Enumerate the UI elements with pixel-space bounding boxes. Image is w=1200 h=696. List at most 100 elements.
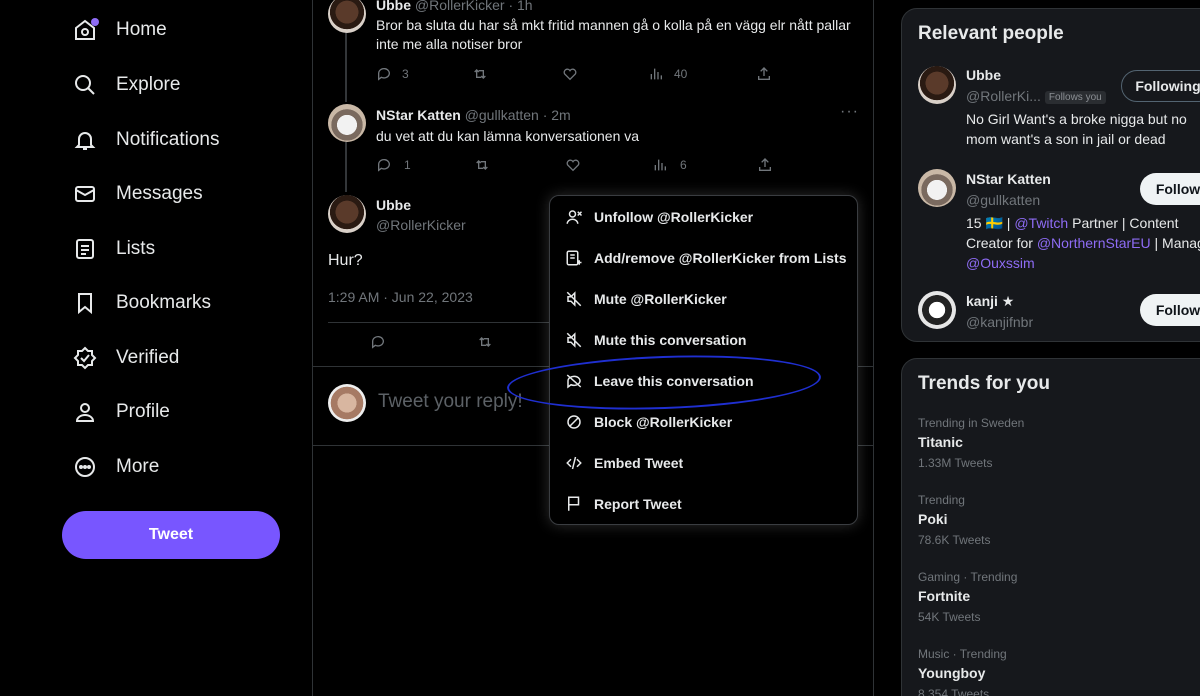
person-handle[interactable]: @kanjifnbr <box>966 314 1033 330</box>
nav-item-more[interactable]: More <box>72 447 159 487</box>
bio-line: mom want's a son in jail or dead <box>966 131 1166 147</box>
following-button[interactable]: Following <box>1121 70 1200 102</box>
heart-icon <box>566 159 580 172</box>
retweet-button[interactable] <box>477 334 493 350</box>
thread-connector <box>345 30 347 102</box>
unfollow-icon <box>564 207 584 227</box>
menu-item-unfollow[interactable]: Unfollow @RollerKicker <box>550 196 857 237</box>
reply-icon <box>377 159 390 172</box>
menu-item-mute-user[interactable]: Mute @RollerKicker <box>550 278 857 319</box>
menu-label: Mute @RollerKicker <box>594 290 727 307</box>
trend-item[interactable]: Trending in Sweden Titanic 1.33M Tweets <box>918 416 1024 470</box>
nav-label: Profile <box>116 401 170 422</box>
reply-button[interactable]: 1 <box>376 157 474 173</box>
person-icon <box>72 399 98 425</box>
trend-item[interactable]: Music · Trending Youngboy 8,354 Tweets <box>918 647 1007 696</box>
nav-item-bookmarks[interactable]: Bookmarks <box>72 283 211 323</box>
retweet-icon <box>474 69 486 79</box>
author-handle[interactable]: @RollerKicker <box>376 216 466 235</box>
author-handle: @RollerKicker · 1h <box>414 0 533 13</box>
reply-button[interactable]: 3 <box>376 66 472 82</box>
avatar <box>328 384 366 422</box>
like-button[interactable] <box>562 66 648 82</box>
nav-item-messages[interactable]: Messages <box>72 174 203 214</box>
person-handle[interactable]: @gullkatten <box>966 192 1040 208</box>
nav-item-verified[interactable]: Verified <box>72 338 179 378</box>
tweet-button[interactable]: Tweet <box>62 511 280 559</box>
tweet-actions: 1 6 <box>376 157 773 173</box>
avatar[interactable] <box>328 195 366 233</box>
trend-item[interactable]: Trending Poki 78.6K Tweets <box>918 493 991 547</box>
follow-button[interactable]: Follow <box>1140 173 1200 205</box>
share-icon <box>759 158 771 171</box>
nav-label: Home <box>116 19 167 40</box>
trend-item[interactable]: Gaming · Trending Fortnite 54K Tweets <box>918 570 1017 624</box>
menu-item-report[interactable]: Report Tweet <box>550 483 857 524</box>
handle-text: @RollerKi... <box>966 88 1041 104</box>
envelope-icon <box>72 181 98 207</box>
bio-text: 15 <box>966 215 986 231</box>
menu-item-mute-conversation[interactable]: Mute this conversation <box>550 319 857 360</box>
avatar[interactable] <box>918 66 956 104</box>
avatar[interactable] <box>918 291 956 329</box>
like-button[interactable] <box>565 157 652 173</box>
bio-link[interactable]: @NorthernStarEU <box>1037 235 1151 251</box>
more-options-icon[interactable]: ··· <box>840 103 859 121</box>
nav-item-explore[interactable]: Explore <box>72 65 180 105</box>
reply-input[interactable]: Tweet your reply! <box>378 391 523 413</box>
retweet-button[interactable] <box>474 157 565 173</box>
retweet-icon <box>476 160 488 170</box>
retweet-button[interactable] <box>472 66 562 82</box>
person-bio: No Girl Want's a broke nigga but no mom … <box>966 109 1200 149</box>
menu-item-embed[interactable]: Embed Tweet <box>550 442 857 483</box>
tweet-timestamp[interactable]: 1:29 AM · Jun 22, 2023 <box>328 288 473 307</box>
menu-label: Embed Tweet <box>594 454 684 471</box>
menu-item-leave-conversation[interactable]: Leave this conversation <box>550 360 857 401</box>
nav-item-profile[interactable]: Profile <box>72 392 170 432</box>
thread-connector <box>345 142 347 192</box>
nav-item-lists[interactable]: Lists <box>72 229 155 269</box>
menu-label: Mute this conversation <box>594 331 747 348</box>
share-icon <box>758 67 770 80</box>
bio-link[interactable]: @Ouxssim <box>966 255 1035 271</box>
avatar[interactable] <box>328 104 366 142</box>
block-icon <box>564 412 584 432</box>
verified-icon <box>72 345 98 371</box>
share-button[interactable] <box>757 157 773 173</box>
nav-item-home[interactable]: Home <box>72 10 167 50</box>
bio-text: | Manag <box>1150 235 1200 251</box>
author-name[interactable]: Ubbe <box>376 197 411 213</box>
trend-context: Trending <box>918 493 965 507</box>
nav-item-notifications[interactable]: Notifications <box>72 120 220 160</box>
person-name[interactable]: kanji ★ <box>966 293 1014 310</box>
person-name[interactable]: Ubbe <box>966 67 1001 83</box>
author-handle: @gullkatten · 2m <box>464 107 571 123</box>
views-button[interactable]: 40 <box>648 66 756 82</box>
menu-item-block[interactable]: Block @RollerKicker <box>550 401 857 442</box>
tweet-text-line: inte me alla notiser bror <box>376 36 523 52</box>
person-bio: 15 🇸🇪 | @Twitch Partner | Content Creato… <box>966 213 1200 273</box>
views-button[interactable]: 6 <box>652 157 757 173</box>
reply-icon <box>371 336 384 349</box>
tweet-text: Bror ba sluta du har så mkt fritid manne… <box>376 16 851 54</box>
person-name[interactable]: NStar Katten <box>966 171 1051 187</box>
follows-you-badge: Follows you <box>1044 90 1106 104</box>
bio-line: Creator for @NorthernStarEU | Manag <box>966 233 1200 253</box>
bio-text: | <box>1002 215 1015 231</box>
avatar[interactable] <box>918 169 956 207</box>
retweet-icon <box>479 337 491 347</box>
person-handle[interactable]: @RollerKi... Follows you <box>966 88 1106 104</box>
share-button[interactable] <box>756 66 772 82</box>
menu-item-lists[interactable]: Add/remove @RollerKicker from Lists <box>550 237 857 278</box>
bio-line: No Girl Want's a broke nigga but no <box>966 111 1187 127</box>
tweet-author[interactable]: NStar Katten @gullkatten · 2m <box>376 107 571 123</box>
reply-button[interactable] <box>370 334 386 350</box>
tweet-author[interactable]: Ubbe @RollerKicker · 1h <box>376 0 533 13</box>
list-add-icon <box>564 248 584 268</box>
section-title: Trends for you <box>918 373 1050 394</box>
view-count: 6 <box>680 158 687 172</box>
bio-link[interactable]: @Twitch <box>1014 215 1068 231</box>
more-options-icon[interactable]: ··· <box>840 0 859 8</box>
nav-label: Explore <box>116 74 181 95</box>
follow-button[interactable]: Follow <box>1140 294 1200 326</box>
